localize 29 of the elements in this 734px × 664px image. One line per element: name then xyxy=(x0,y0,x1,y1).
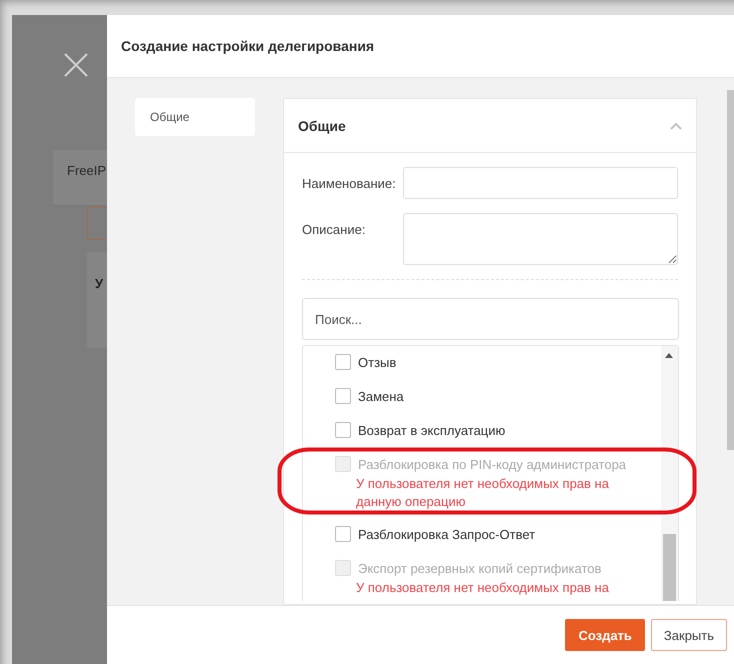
scroll-up-arrow-icon[interactable] xyxy=(665,353,673,358)
search-field[interactable]: Поиск... xyxy=(302,298,679,340)
permission-label: Возврат в эксплуатацию xyxy=(358,422,506,438)
checkbox[interactable] xyxy=(335,388,351,404)
dialog-title: Создание настройки делегирования xyxy=(121,38,374,54)
permission-label: Отзыв xyxy=(358,354,396,370)
scrollbar-thumb[interactable] xyxy=(663,534,676,601)
permission-label: Разблокировка по PIN-коду администратора xyxy=(358,456,626,472)
description-textarea[interactable] xyxy=(403,213,678,265)
chevron-icon[interactable] xyxy=(670,122,682,130)
close-icon[interactable] xyxy=(63,52,89,78)
nav-item[interactable]: Общие xyxy=(135,98,255,136)
close-button[interactable]: Закрыть xyxy=(650,619,727,651)
field-label: Описание: xyxy=(302,221,366,237)
error-message: У пользователя нет необходимых прав на данную операцию xyxy=(356,475,610,511)
field-label: Наименование: xyxy=(302,175,397,191)
name-input[interactable] xyxy=(403,167,678,199)
section-title: Общие xyxy=(298,118,346,134)
background-column-header: У xyxy=(87,252,107,348)
list-scrollbar[interactable] xyxy=(661,346,678,601)
scrollbar-thumb[interactable] xyxy=(727,90,734,450)
checkbox[interactable] xyxy=(335,354,351,370)
error-message: У пользователя нет необходимых прав на xyxy=(356,579,610,597)
permission-label: Разблокировка Запрос-Ответ xyxy=(358,526,536,542)
permission-label: Замена xyxy=(358,388,404,404)
section-header[interactable]: Общие xyxy=(284,99,696,153)
checkbox[interactable] xyxy=(335,526,351,542)
permission-label: Экспорт резервных копий сертификатов xyxy=(358,560,602,576)
checkbox[interactable] xyxy=(335,422,351,438)
